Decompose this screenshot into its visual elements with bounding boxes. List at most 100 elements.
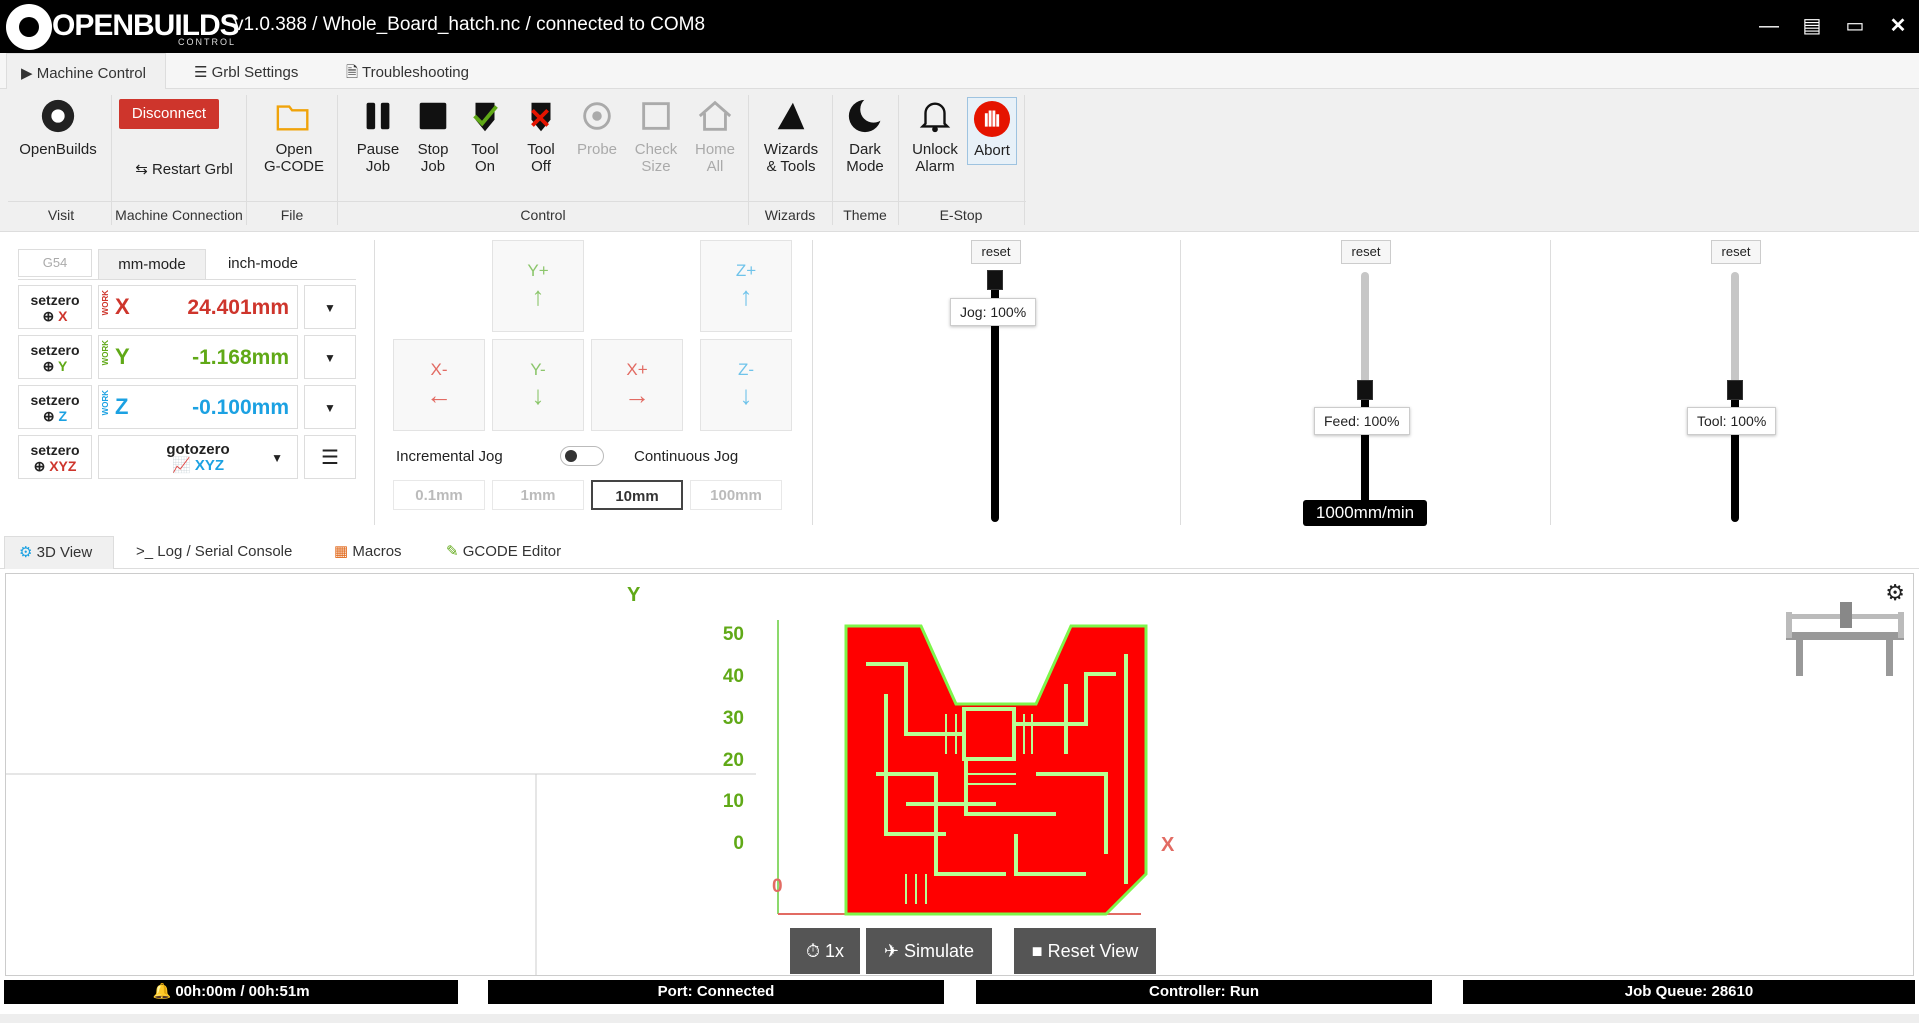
home-all-button[interactable]: Home All — [689, 97, 741, 175]
tab-macros[interactable]: ▦ Macros — [320, 536, 416, 572]
divider — [898, 95, 899, 225]
pause-job-button[interactable]: Pause Job — [350, 97, 406, 175]
step-100mm-button[interactable]: 100mm — [690, 480, 782, 510]
speedometer-icon: ⏱ — [805, 941, 820, 961]
slider-thumb[interactable] — [1357, 380, 1373, 400]
openbuilds-button[interactable]: OpenBuilds — [16, 97, 100, 158]
arrow-down-icon: ↓ — [531, 380, 545, 410]
bottom-bar — [0, 1014, 1919, 1023]
label: X+ — [626, 360, 648, 379]
jog-y-minus-button[interactable]: Y- ↓ — [492, 339, 584, 431]
crosshair-icon: ⊕ — [42, 308, 55, 324]
tab-3d-view[interactable]: ⚙ 3D View — [4, 536, 114, 569]
openbuilds-icon — [41, 99, 75, 133]
label: Tool — [527, 141, 555, 158]
inch-mode-tab[interactable]: inch-mode — [208, 249, 318, 279]
label: Dark — [849, 141, 881, 158]
reset-feed-button[interactable]: reset — [1341, 240, 1391, 264]
restore-icon[interactable]: ▤ — [1799, 13, 1825, 39]
reset-tool-button[interactable]: reset — [1711, 240, 1761, 264]
label: setzero — [30, 442, 80, 458]
status-timer-text: 00h:00m / 00h:51m — [175, 983, 310, 1000]
slider-thumb[interactable] — [1727, 380, 1743, 400]
divider — [1180, 240, 1181, 525]
gotozero-button[interactable]: gotozero 📈 XYZ ▼ — [98, 435, 298, 479]
jog-z-plus-button[interactable]: Z+ ↑ — [700, 240, 792, 332]
tool-off-button[interactable]: Tool Off — [516, 97, 566, 175]
open-gcode-button[interactable]: Open G-CODE — [256, 97, 332, 175]
group-estop: E-Stop — [939, 207, 983, 223]
crosshair-icon: ⊕ — [42, 358, 55, 374]
z-dropdown-button[interactable]: ▼ — [304, 385, 356, 429]
jog-x-minus-button[interactable]: X- ← — [393, 339, 485, 431]
simulate-label: Simulate — [904, 941, 975, 961]
mm-mode-tab[interactable]: mm-mode — [98, 249, 206, 279]
jog-mode-toggle[interactable] — [560, 446, 604, 466]
axis-value: -0.100mm — [192, 396, 289, 419]
abort-button[interactable]: Abort — [967, 97, 1017, 165]
jog-y-plus-button[interactable]: Y+ ↑ — [492, 240, 584, 332]
restart-grbl-label: Restart Grbl — [151, 161, 233, 178]
tab-machine-control[interactable]: ▶ Machine Control — [6, 53, 166, 89]
probe-button[interactable]: Probe — [572, 97, 622, 158]
simulate-button[interactable]: ✈ Simulate — [866, 928, 992, 974]
tab-log-serial-console[interactable]: >_ Log / Serial Console — [122, 536, 306, 572]
tab-grbl-settings[interactable]: ☰ Grbl Settings — [180, 53, 312, 89]
disconnect-button[interactable]: Disconnect — [119, 99, 219, 129]
stop-hand-icon — [973, 100, 1011, 138]
reset-jog-button[interactable]: reset — [971, 240, 1021, 264]
label: On — [474, 158, 495, 175]
fullscreen-icon[interactable]: ▭ — [1842, 13, 1868, 39]
speed-label: 1x — [825, 941, 845, 961]
axis-value: 24.401mm — [187, 296, 289, 319]
ribbon-toolbar: OpenBuilds Disconnect ⇆ Restart Grbl Ope… — [0, 89, 1919, 232]
chart-icon: 📈 — [171, 457, 191, 474]
x-dropdown-button[interactable]: ▼ — [304, 285, 356, 329]
brand-subtitle: CONTROL — [178, 37, 237, 47]
close-icon[interactable]: ✕ — [1885, 13, 1911, 39]
terminal-icon: >_ — [136, 543, 154, 560]
divider — [1550, 240, 1551, 525]
tab-gcode-editor[interactable]: ✎ GCODE Editor — [432, 536, 575, 572]
setzero-y-button[interactable]: setzero ⊕ Y — [18, 335, 92, 379]
step-10mm-button[interactable]: 10mm — [591, 480, 683, 510]
divider — [1024, 95, 1025, 225]
divider — [18, 279, 356, 280]
setzero-x-button[interactable]: setzero ⊕ X — [18, 285, 92, 329]
setzero-xyz-button[interactable]: setzero ⊕ XYZ — [18, 435, 92, 479]
restart-grbl-button[interactable]: ⇆ Restart Grbl — [124, 161, 244, 178]
layers-button[interactable]: ☰ — [304, 435, 356, 479]
wizards-tools-button[interactable]: Wizards & Tools — [756, 97, 826, 175]
dark-mode-button[interactable]: Dark Mode — [838, 97, 892, 175]
view-tabs: ⚙ 3D View >_ Log / Serial Console ▦ Macr… — [0, 536, 1919, 569]
label: setzero — [30, 342, 80, 358]
y-dropdown-button[interactable]: ▼ — [304, 335, 356, 379]
slider-thumb[interactable] — [987, 270, 1003, 290]
tab-label: Troubleshooting — [361, 64, 469, 81]
setzero-z-button[interactable]: setzero ⊕ Z — [18, 385, 92, 429]
step-0-1mm-button[interactable]: 0.1mm — [393, 480, 485, 510]
arrow-left-icon: ← — [426, 380, 452, 410]
machine-preview-icon[interactable] — [1784, 602, 1906, 676]
jog-override-tooltip: Jog: 100% — [950, 298, 1037, 326]
stop-job-button[interactable]: Stop Job — [405, 97, 461, 175]
label: Probe — [576, 141, 618, 158]
toggle-knob — [565, 450, 577, 462]
minimize-icon[interactable]: — — [1756, 13, 1782, 39]
arrow-up-icon: ↑ — [531, 281, 545, 311]
check-size-button[interactable]: Check Size — [630, 97, 682, 175]
unlock-alarm-button[interactable]: Unlock Alarm — [904, 97, 966, 175]
speed-button[interactable]: ⏱ 1x — [790, 928, 860, 974]
tab-troubleshooting[interactable]: 🗎 Troubleshooting — [332, 53, 483, 89]
label: Off — [531, 158, 551, 175]
3d-viewer[interactable]: Y X 0 50 40 30 20 10 0 ⚙ — [5, 573, 1914, 976]
stop-icon — [419, 102, 447, 130]
group-file: File — [280, 207, 304, 223]
reset-view-button[interactable]: ■ Reset View — [1014, 928, 1156, 974]
jog-z-minus-button[interactable]: Z- ↓ — [700, 339, 792, 431]
tool-on-button[interactable]: Tool On — [460, 97, 510, 175]
divider — [246, 95, 247, 225]
jog-x-plus-button[interactable]: X+ → — [591, 339, 683, 431]
arrow-up-icon: ↑ — [739, 281, 753, 311]
step-1mm-button[interactable]: 1mm — [492, 480, 584, 510]
